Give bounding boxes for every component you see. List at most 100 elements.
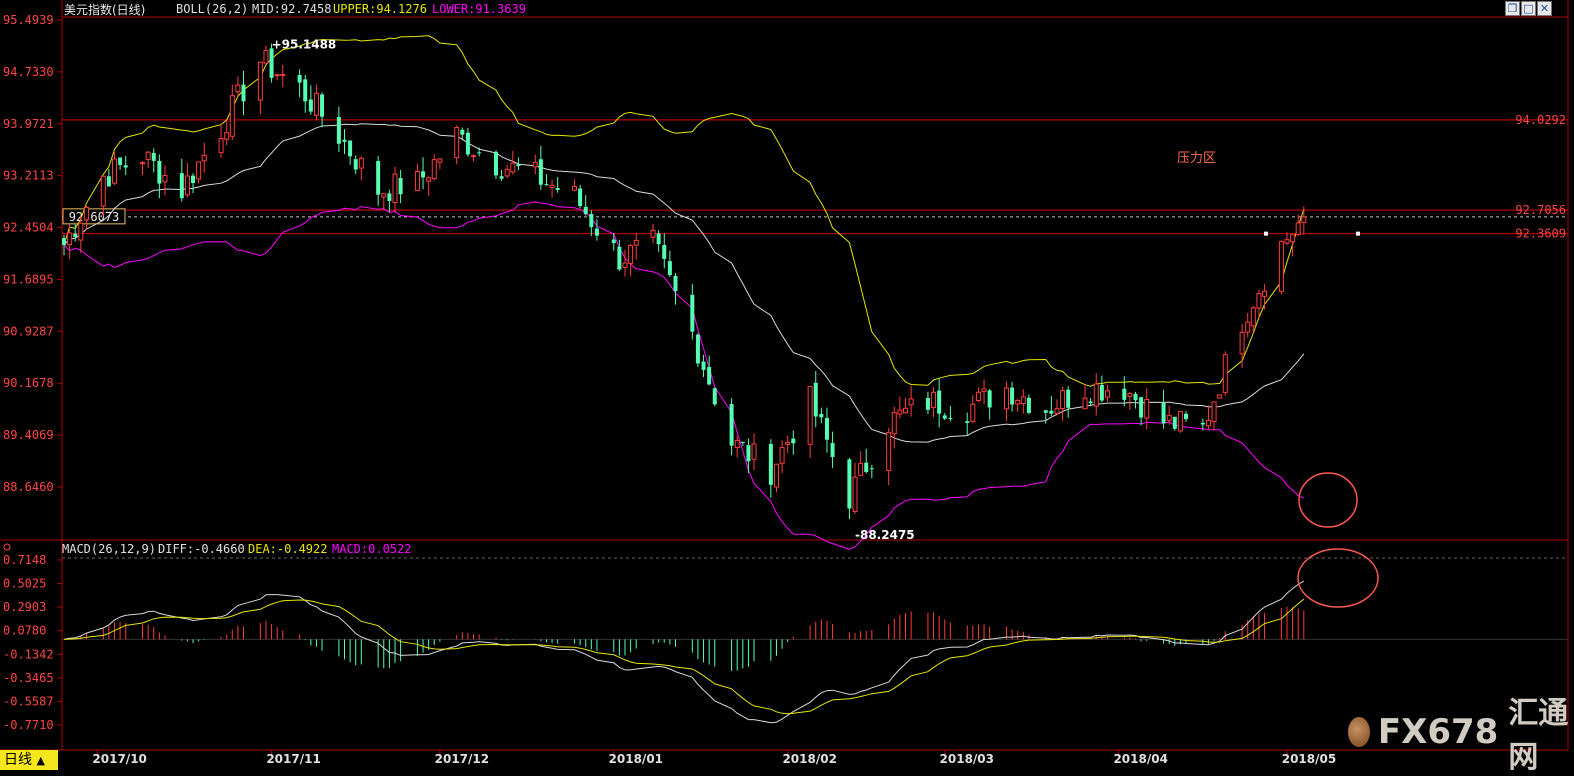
candle-body: [269, 48, 274, 78]
candle-body: [1003, 387, 1009, 410]
candle-body: [67, 232, 73, 246]
candle-body: [948, 417, 953, 419]
macd-tick-label: -0.3465: [3, 671, 54, 685]
candle-body: [740, 441, 745, 443]
candle-body: [538, 159, 543, 185]
candle-body: [650, 229, 656, 238]
price-tick-label: 94.7330: [3, 65, 54, 79]
candle-body: [224, 132, 230, 140]
price-tick-label: 93.9721: [3, 117, 54, 131]
candle-body: [179, 173, 184, 199]
candle-body: [549, 184, 555, 189]
candle-body: [1088, 401, 1093, 404]
candle-body: [886, 432, 892, 472]
candle-body: [1166, 415, 1172, 421]
candle-body: [1295, 222, 1301, 236]
boll-mid-line: [63, 123, 1305, 443]
candle-body: [773, 463, 779, 488]
price-tick-label: 91.6895: [3, 272, 54, 286]
candle-body: [376, 161, 381, 195]
candle-body: [83, 206, 89, 221]
boll-lower-label: LOWER:91.3639: [432, 2, 526, 16]
candle-body: [695, 334, 700, 364]
candle-body: [791, 438, 796, 444]
candle-body: [858, 462, 864, 476]
boll-label: BOLL(26,2): [176, 2, 249, 16]
candle-body: [897, 409, 903, 415]
period-selector-button[interactable]: 日线 ▲: [0, 750, 58, 770]
candle-body: [387, 193, 392, 202]
candle-body: [196, 161, 202, 180]
candle-body: [280, 74, 286, 77]
candle-body: [690, 294, 695, 332]
candle-body: [903, 407, 908, 414]
macd-dea-label: DEA:-0.4922: [248, 542, 328, 556]
candle-body: [157, 160, 162, 184]
maximize-button[interactable]: □: [1521, 1, 1536, 16]
candle-body: [1133, 393, 1138, 401]
candle-body: [1161, 402, 1166, 424]
candle-body: [516, 164, 521, 167]
candle-body: [348, 140, 353, 157]
candle-body: [734, 440, 740, 448]
date-tick-label: 2017/12: [435, 752, 489, 766]
macd-tick-label: -0.1342: [3, 647, 54, 661]
candle-body: [1200, 422, 1205, 425]
candle-body: [1093, 383, 1099, 407]
candle-body: [1278, 241, 1284, 292]
close-button[interactable]: ✕: [1537, 1, 1552, 16]
pressure-zone-label: 压力区: [1177, 151, 1216, 166]
candle-body: [925, 397, 930, 410]
candle-body: [622, 262, 628, 269]
candle-body: [303, 79, 308, 102]
candle-body: [572, 186, 578, 191]
candle-body: [1066, 389, 1071, 408]
price-tick-label: 89.4069: [3, 428, 54, 442]
price-tick-label: 93.2113: [3, 169, 54, 183]
candle-body: [628, 245, 634, 264]
candle-body: [594, 228, 599, 236]
candle-body: [768, 444, 773, 485]
candle-body: [218, 138, 224, 154]
candle-body: [970, 403, 976, 422]
candle-body: [633, 239, 639, 246]
candle-body: [1301, 216, 1307, 223]
resistance-line-label: 92.7056: [1515, 203, 1566, 217]
candle-body: [1256, 293, 1262, 309]
candle-body: [1217, 394, 1223, 399]
date-tick-label: 2018/05: [1282, 752, 1336, 766]
candle-body: [510, 162, 516, 173]
candle-body: [257, 61, 263, 101]
boll-upper-label: UPPER:94.1276: [333, 2, 427, 16]
candle-body: [191, 175, 196, 184]
candle-body: [1250, 307, 1256, 327]
candle-body: [398, 177, 403, 195]
macd-value-label: MACD:0.0522: [332, 542, 412, 556]
candle-body: [431, 159, 437, 180]
price-tick-label: 90.9287: [3, 324, 54, 338]
candle-body: [1010, 387, 1015, 405]
candle-body: [151, 152, 156, 161]
price-chart-svg[interactable]: 95.4939 94.7330 93.9721 93.2113 92.4504 91.68…: [0, 0, 1574, 770]
candle-body: [807, 385, 813, 445]
candle-body: [235, 84, 241, 93]
candle-body: [78, 222, 84, 241]
date-tick-label: 2017/10: [92, 752, 146, 766]
candle-body: [751, 443, 757, 460]
candle-body: [1060, 390, 1066, 409]
candle-body: [813, 382, 818, 417]
macd-diff-label: DIFF:-0.4660: [158, 542, 245, 556]
candle-body: [937, 390, 942, 414]
candle-body: [701, 361, 706, 370]
candle-body: [656, 233, 661, 245]
restore-button[interactable]: ❐: [1505, 1, 1520, 16]
high-price-label: +95.1488: [272, 38, 337, 52]
candle-body: [975, 391, 981, 401]
resistance-line-label: 92.3609: [1515, 227, 1566, 241]
candle-body: [707, 367, 712, 385]
candle-body: [1054, 408, 1060, 414]
candle-body: [184, 175, 190, 196]
date-tick-label: 2018/03: [940, 752, 994, 766]
period-arrow-icon: ▲: [36, 754, 45, 767]
candle-body: [1144, 398, 1150, 419]
